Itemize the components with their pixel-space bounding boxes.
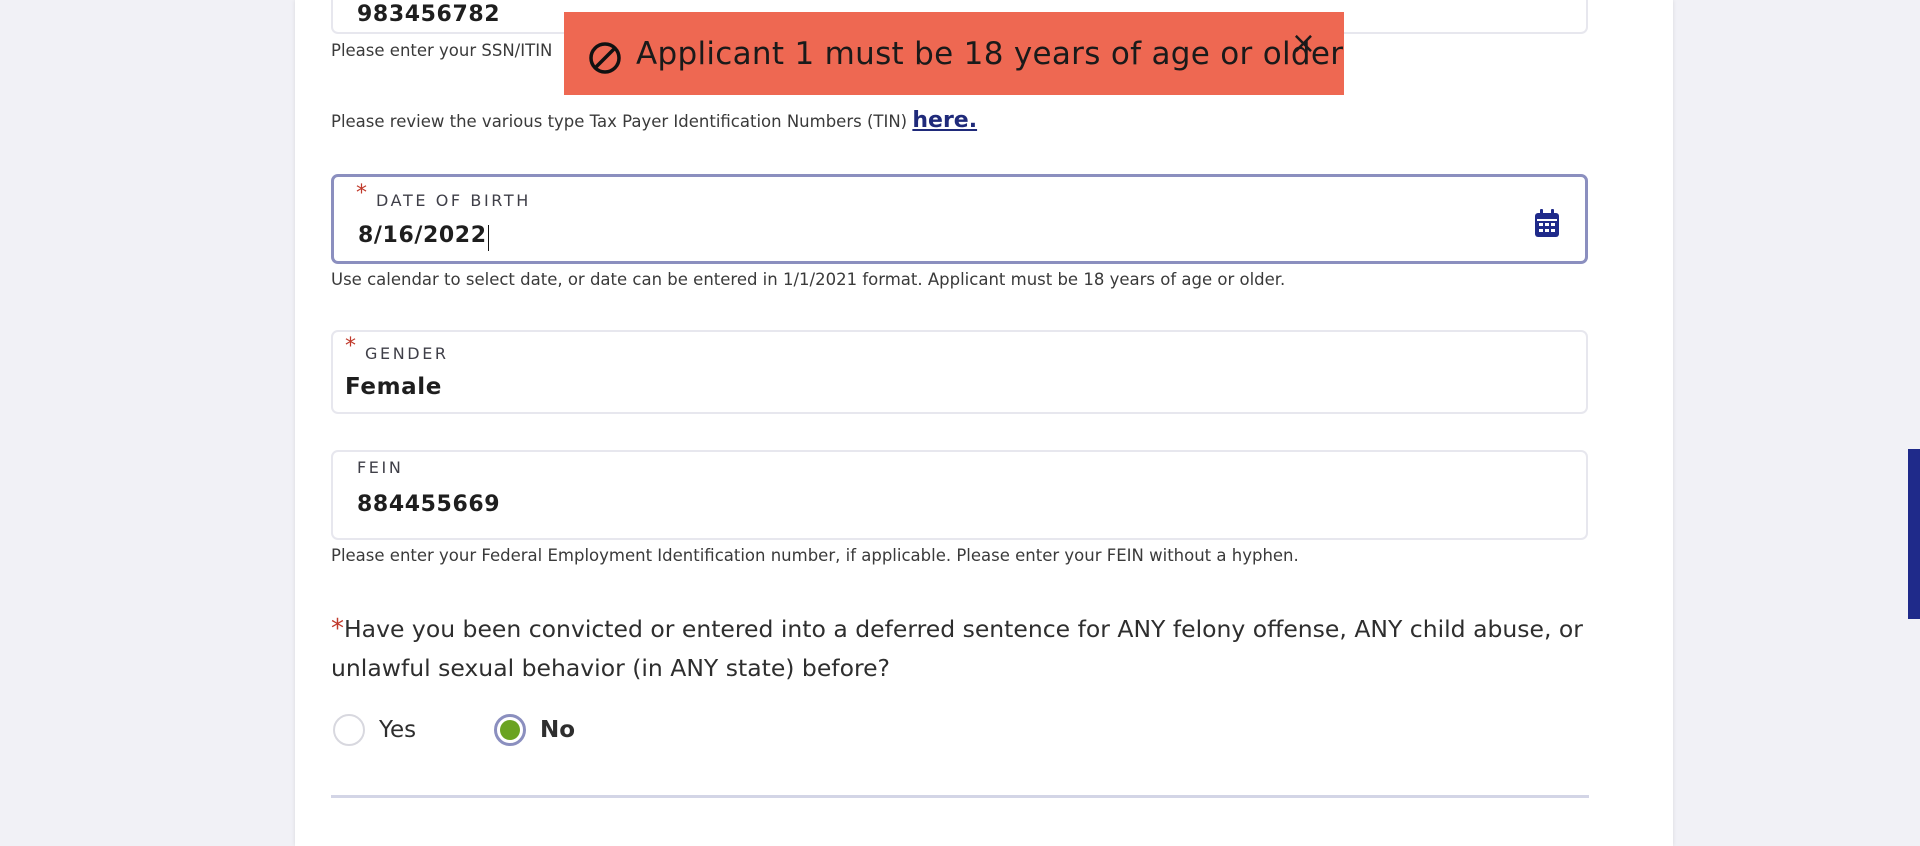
ban-icon xyxy=(589,41,621,74)
ssn-value: 983456782 xyxy=(357,2,501,27)
radio-checked-dot xyxy=(500,720,520,740)
radio-no[interactable] xyxy=(494,714,526,746)
radio-yes[interactable] xyxy=(333,714,365,746)
fein-value: 884455669 xyxy=(357,492,501,517)
gender-select[interactable]: * GENDER Female xyxy=(331,330,1588,414)
tin-note-text: Please review the various type Tax Payer… xyxy=(331,112,913,131)
date-of-birth-label: DATE OF BIRTH xyxy=(376,191,531,210)
tin-here-link[interactable]: here. xyxy=(912,108,977,133)
required-marker: * xyxy=(331,614,344,644)
fein-label: FEIN xyxy=(357,458,404,477)
text-caret xyxy=(487,224,489,251)
section-divider xyxy=(331,795,1589,798)
calendar-icon[interactable] xyxy=(1533,209,1561,239)
ssn-help-text: Please enter your SSN/ITIN xyxy=(331,41,553,60)
gender-value: Female xyxy=(345,374,442,400)
date-of-birth-help: Use calendar to select date, or date can… xyxy=(331,270,1286,289)
felony-question-text: Have you been convicted or entered into … xyxy=(331,615,1583,682)
date-of-birth-field[interactable]: * DATE OF BIRTH 8/16/2022 xyxy=(331,174,1588,264)
fein-help: Please enter your Federal Employment Ide… xyxy=(331,546,1299,565)
tin-note: Please review the various type Tax Payer… xyxy=(331,108,977,133)
gender-label: GENDER xyxy=(365,344,449,363)
radio-option-no[interactable]: No xyxy=(494,714,575,746)
date-of-birth-value: 8/16/2022 xyxy=(358,223,487,248)
scrollbar[interactable] xyxy=(1908,0,1920,846)
toast-message: Applicant 1 must be 18 years of age or o… xyxy=(636,35,1344,72)
required-marker: * xyxy=(356,181,367,206)
date-of-birth-input[interactable]: 8/16/2022 xyxy=(358,223,489,251)
error-toast: Applicant 1 must be 18 years of age or o… xyxy=(564,12,1344,95)
required-marker: * xyxy=(345,334,356,359)
radio-no-label: No xyxy=(540,717,576,743)
radio-yes-label: Yes xyxy=(379,717,417,743)
radio-option-yes[interactable]: Yes xyxy=(333,714,416,746)
fein-field[interactable]: FEIN 884455669 xyxy=(331,450,1588,540)
felony-question: *Have you been convicted or entered into… xyxy=(331,610,1611,688)
scrollbar-thumb[interactable] xyxy=(1908,449,1920,619)
close-icon[interactable]: × xyxy=(1291,26,1316,61)
